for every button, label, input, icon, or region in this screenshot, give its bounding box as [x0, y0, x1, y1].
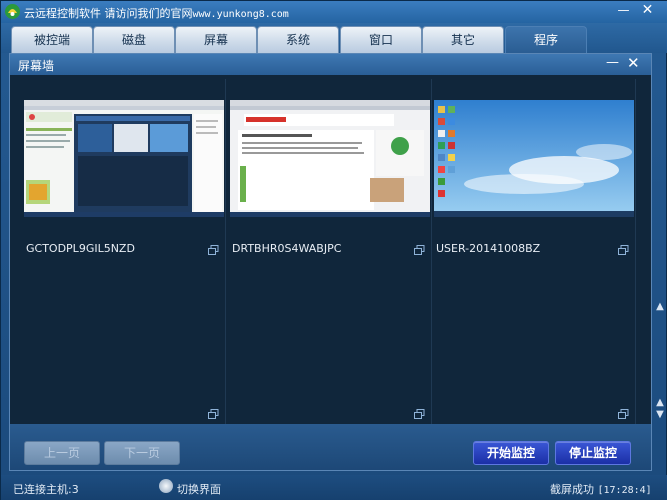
tab-window[interactable]: 窗口: [340, 26, 422, 53]
tab-controlled[interactable]: 被控端: [11, 26, 93, 53]
window-title: 云远程控制软件 请访问我们的官网www.yunkong8.com: [24, 7, 289, 20]
title-bar[interactable]: 云远程控制软件 请访问我们的官网www.yunkong8.com — ✕: [1, 1, 667, 23]
switch-view-label: 切换界面: [177, 483, 221, 496]
connected-hosts-count: 已连接主机:3: [13, 483, 79, 496]
screen-thumbnail-image: [230, 100, 430, 217]
start-monitor-button[interactable]: 开始监控: [473, 441, 549, 465]
button-bar: 上一页 下一页 开始监控 停止监控: [10, 424, 651, 470]
screen-thumbnail[interactable]: [434, 100, 634, 217]
fullscreen-icon[interactable]: [618, 409, 629, 419]
screen-cell[interactable]: DRTBHR0S4WABJPC: [228, 79, 432, 424]
minimize-button[interactable]: —: [615, 3, 632, 18]
host-name: DRTBHR0S4WABJPC: [232, 242, 342, 255]
tab-disk[interactable]: 磁盘: [93, 26, 175, 53]
screen-thumbnail-image: [24, 100, 224, 217]
fullscreen-icon[interactable]: [414, 409, 425, 419]
tab-bar: 被控端 磁盘 屏幕 系统 窗口 其它 程序: [1, 23, 667, 53]
fullscreen-icon[interactable]: [618, 245, 629, 255]
panel-header[interactable]: 屏幕墙 — ✕: [10, 54, 651, 75]
switch-view-icon: [159, 479, 173, 493]
app-logo-icon: [5, 4, 20, 19]
status-time: [17:28:4]: [597, 485, 652, 496]
stop-monitor-button[interactable]: 停止监控: [555, 441, 631, 465]
screen-thumbnail[interactable]: [230, 100, 430, 217]
scroll-down-icon[interactable]: ▼: [654, 409, 666, 423]
scroll-up-icon[interactable]: ▲: [654, 301, 666, 315]
status-bar: 已连接主机:3 切换界面 截屏成功 [17:28:4]: [1, 475, 667, 500]
panel-title: 屏幕墙: [18, 59, 55, 73]
tab-program[interactable]: 程序: [505, 26, 587, 53]
screen-grid: GCTODPL9GIL5NZD DRTBHR0S4WABJPC USER-201…: [10, 75, 651, 424]
next-page-button[interactable]: 下一页: [104, 441, 180, 465]
window-title-url: www.yunkong8.com: [192, 9, 289, 20]
panel-close-button[interactable]: ✕: [627, 54, 640, 72]
host-name: USER-20141008BZ: [436, 242, 541, 255]
panel-minimize-button[interactable]: —: [606, 55, 619, 70]
tab-system[interactable]: 系统: [257, 26, 339, 53]
screen-cell[interactable]: GCTODPL9GIL5NZD: [22, 79, 226, 424]
status-message: 截屏成功 [17:28:4]: [550, 481, 652, 497]
tab-other[interactable]: 其它: [422, 26, 504, 53]
tab-screen[interactable]: 屏幕: [175, 26, 257, 53]
screen-cell[interactable]: USER-20141008BZ: [432, 79, 636, 424]
fullscreen-icon[interactable]: [414, 245, 425, 255]
fullscreen-icon[interactable]: [208, 409, 219, 419]
screen-thumbnail-image: [434, 100, 634, 217]
host-name: GCTODPL9GIL5NZD: [26, 242, 135, 255]
screen-wall-panel: 屏幕墙 — ✕ GCTODPL9GIL5NZD DRTBHR0S4WABJPC …: [9, 53, 652, 471]
status-message-text: 截屏成功: [550, 483, 594, 496]
app-window: 云远程控制软件 请访问我们的官网www.yunkong8.com — ✕ 被控端…: [0, 0, 667, 500]
prev-page-button[interactable]: 上一页: [24, 441, 100, 465]
fullscreen-icon[interactable]: [208, 245, 219, 255]
close-button[interactable]: ✕: [639, 3, 656, 18]
screen-thumbnail[interactable]: [24, 100, 224, 217]
